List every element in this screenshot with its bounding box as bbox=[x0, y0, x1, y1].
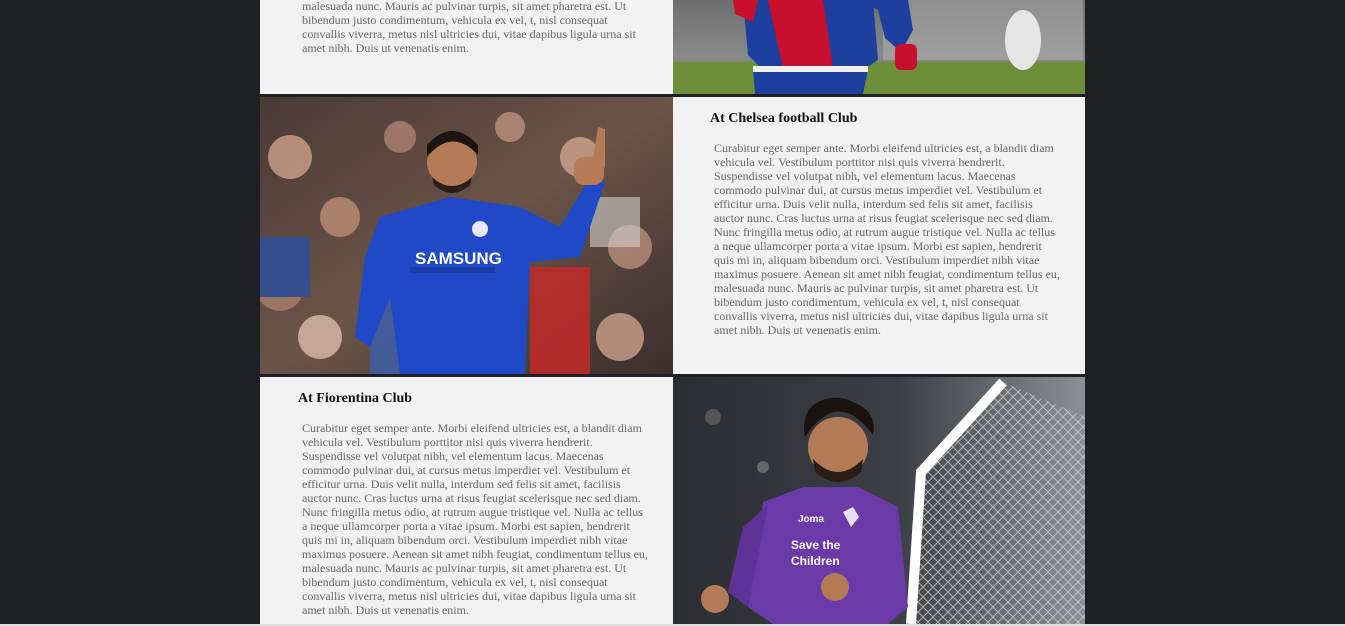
paragraph-line: malesuada nunc. Mauris ac pulvinar turpi… bbox=[302, 561, 627, 575]
paragraph-line: efficitur urna. Duis velit nulla, interd… bbox=[302, 477, 621, 491]
paragraph-line: a neque ullamcorper porta a vitae ipsum.… bbox=[714, 239, 1042, 253]
paragraph: Curabitur eget semper ante. Morbi eleife… bbox=[714, 141, 1074, 337]
paragraph-line: Curabitur eget semper ante. Morbi eleife… bbox=[302, 421, 642, 435]
paragraph-line: bibendum justo condimentum, vehicula ex … bbox=[302, 13, 608, 27]
paragraph-line: auctor nunc. Cras luctus urna at risus f… bbox=[302, 491, 641, 505]
paragraph-line: commodo pulvinar dui, at cursus metus im… bbox=[714, 183, 1043, 197]
paragraph-line: malesuada nunc. Mauris ac pulvinar turpi… bbox=[714, 281, 1039, 295]
paragraph-line: malesuada nunc. Mauris ac pulvinar turpi… bbox=[302, 0, 627, 13]
content-column: malesuada nunc. Mauris ac pulvinar turpi… bbox=[260, 0, 1085, 626]
shirt-brand-text: Joma bbox=[798, 514, 825, 525]
paragraph-line: vehicula vel. Vestibulum porttitor nisi … bbox=[302, 435, 593, 449]
paragraph-line: convallis viverra, metus nisl ultricies … bbox=[302, 589, 636, 603]
shirt-sponsor-line2: Children bbox=[791, 554, 840, 568]
paragraph-line: commodo pulvinar dui, at cursus metus im… bbox=[302, 463, 631, 477]
text-panel: At Fiorentina Club Curabitur eget semper… bbox=[260, 377, 673, 624]
shirt-sponsor-text: SAMSUNG bbox=[415, 249, 502, 268]
section-heading: At Chelsea football Club bbox=[710, 111, 858, 126]
paragraph-line: maximus posuere. Aenean sit amet nibh fe… bbox=[714, 267, 1060, 281]
section-chelsea: SAMSUNG At Chelsea football Club Curabit… bbox=[260, 97, 1085, 374]
paragraph-line: quis mi in, aliquam bibendum orci. Vesti… bbox=[302, 533, 628, 547]
salah-chelsea-photo: SAMSUNG bbox=[260, 97, 673, 374]
paragraph-line: a neque ullamcorper porta a vitae ipsum.… bbox=[302, 519, 630, 533]
paragraph-line: Suspendisse vel volutpat nibh, vel eleme… bbox=[714, 169, 1016, 183]
text-panel: malesuada nunc. Mauris ac pulvinar turpi… bbox=[260, 0, 673, 94]
paragraph-line: auctor nunc. Cras luctus urna at risus f… bbox=[714, 211, 1053, 225]
paragraph-line: amet nibh. Duis ut venenatis enim. bbox=[302, 603, 469, 617]
paragraph-line: bibendum justo condimentum, vehicula ex … bbox=[714, 295, 1020, 309]
salah-basel-photo bbox=[673, 0, 1085, 94]
paragraph-line: maximus posuere. Aenean sit amet nibh fe… bbox=[302, 547, 648, 561]
paragraph-line: Nunc fringilla metus odio, at rutrum aug… bbox=[302, 505, 643, 519]
club-crest-icon bbox=[472, 221, 488, 237]
paragraph: Curabitur eget semper ante. Morbi eleife… bbox=[302, 421, 662, 617]
salah-fiorentina-photo: Joma Save the Children bbox=[673, 377, 1085, 624]
paragraph: malesuada nunc. Mauris ac pulvinar turpi… bbox=[302, 0, 662, 55]
paragraph-line: Suspendisse vel volutpat nibh, vel eleme… bbox=[302, 449, 604, 463]
paragraph-line: convallis viverra, metus nisl ultricies … bbox=[714, 309, 1048, 323]
paragraph-line: quis mi in, aliquam bibendum orci. Vesti… bbox=[714, 253, 1040, 267]
paragraph-line: Curabitur eget semper ante. Morbi eleife… bbox=[714, 141, 1054, 155]
paragraph-line: bibendum justo condimentum, vehicula ex … bbox=[302, 575, 608, 589]
shirt-sponsor-line1: Save the bbox=[791, 538, 841, 552]
paragraph-line: amet nibh. Duis ut venenatis enim. bbox=[302, 41, 469, 55]
paragraph-line: efficitur urna. Duis velit nulla, interd… bbox=[714, 197, 1033, 211]
section-top-partial: malesuada nunc. Mauris ac pulvinar turpi… bbox=[260, 0, 1085, 94]
section-heading: At Fiorentina Club bbox=[298, 391, 413, 406]
paragraph-line: amet nibh. Duis ut venenatis enim. bbox=[714, 323, 881, 337]
paragraph-line: vehicula vel. Vestibulum porttitor nisi … bbox=[714, 155, 1005, 169]
text-panel: At Chelsea football Club Curabitur eget … bbox=[673, 97, 1085, 374]
paragraph-line: convallis viverra, metus nisl ultricies … bbox=[302, 27, 636, 41]
paragraph-line: Nunc fringilla metus odio, at rutrum aug… bbox=[714, 225, 1055, 239]
section-fiorentina: At Fiorentina Club Curabitur eget semper… bbox=[260, 377, 1085, 624]
